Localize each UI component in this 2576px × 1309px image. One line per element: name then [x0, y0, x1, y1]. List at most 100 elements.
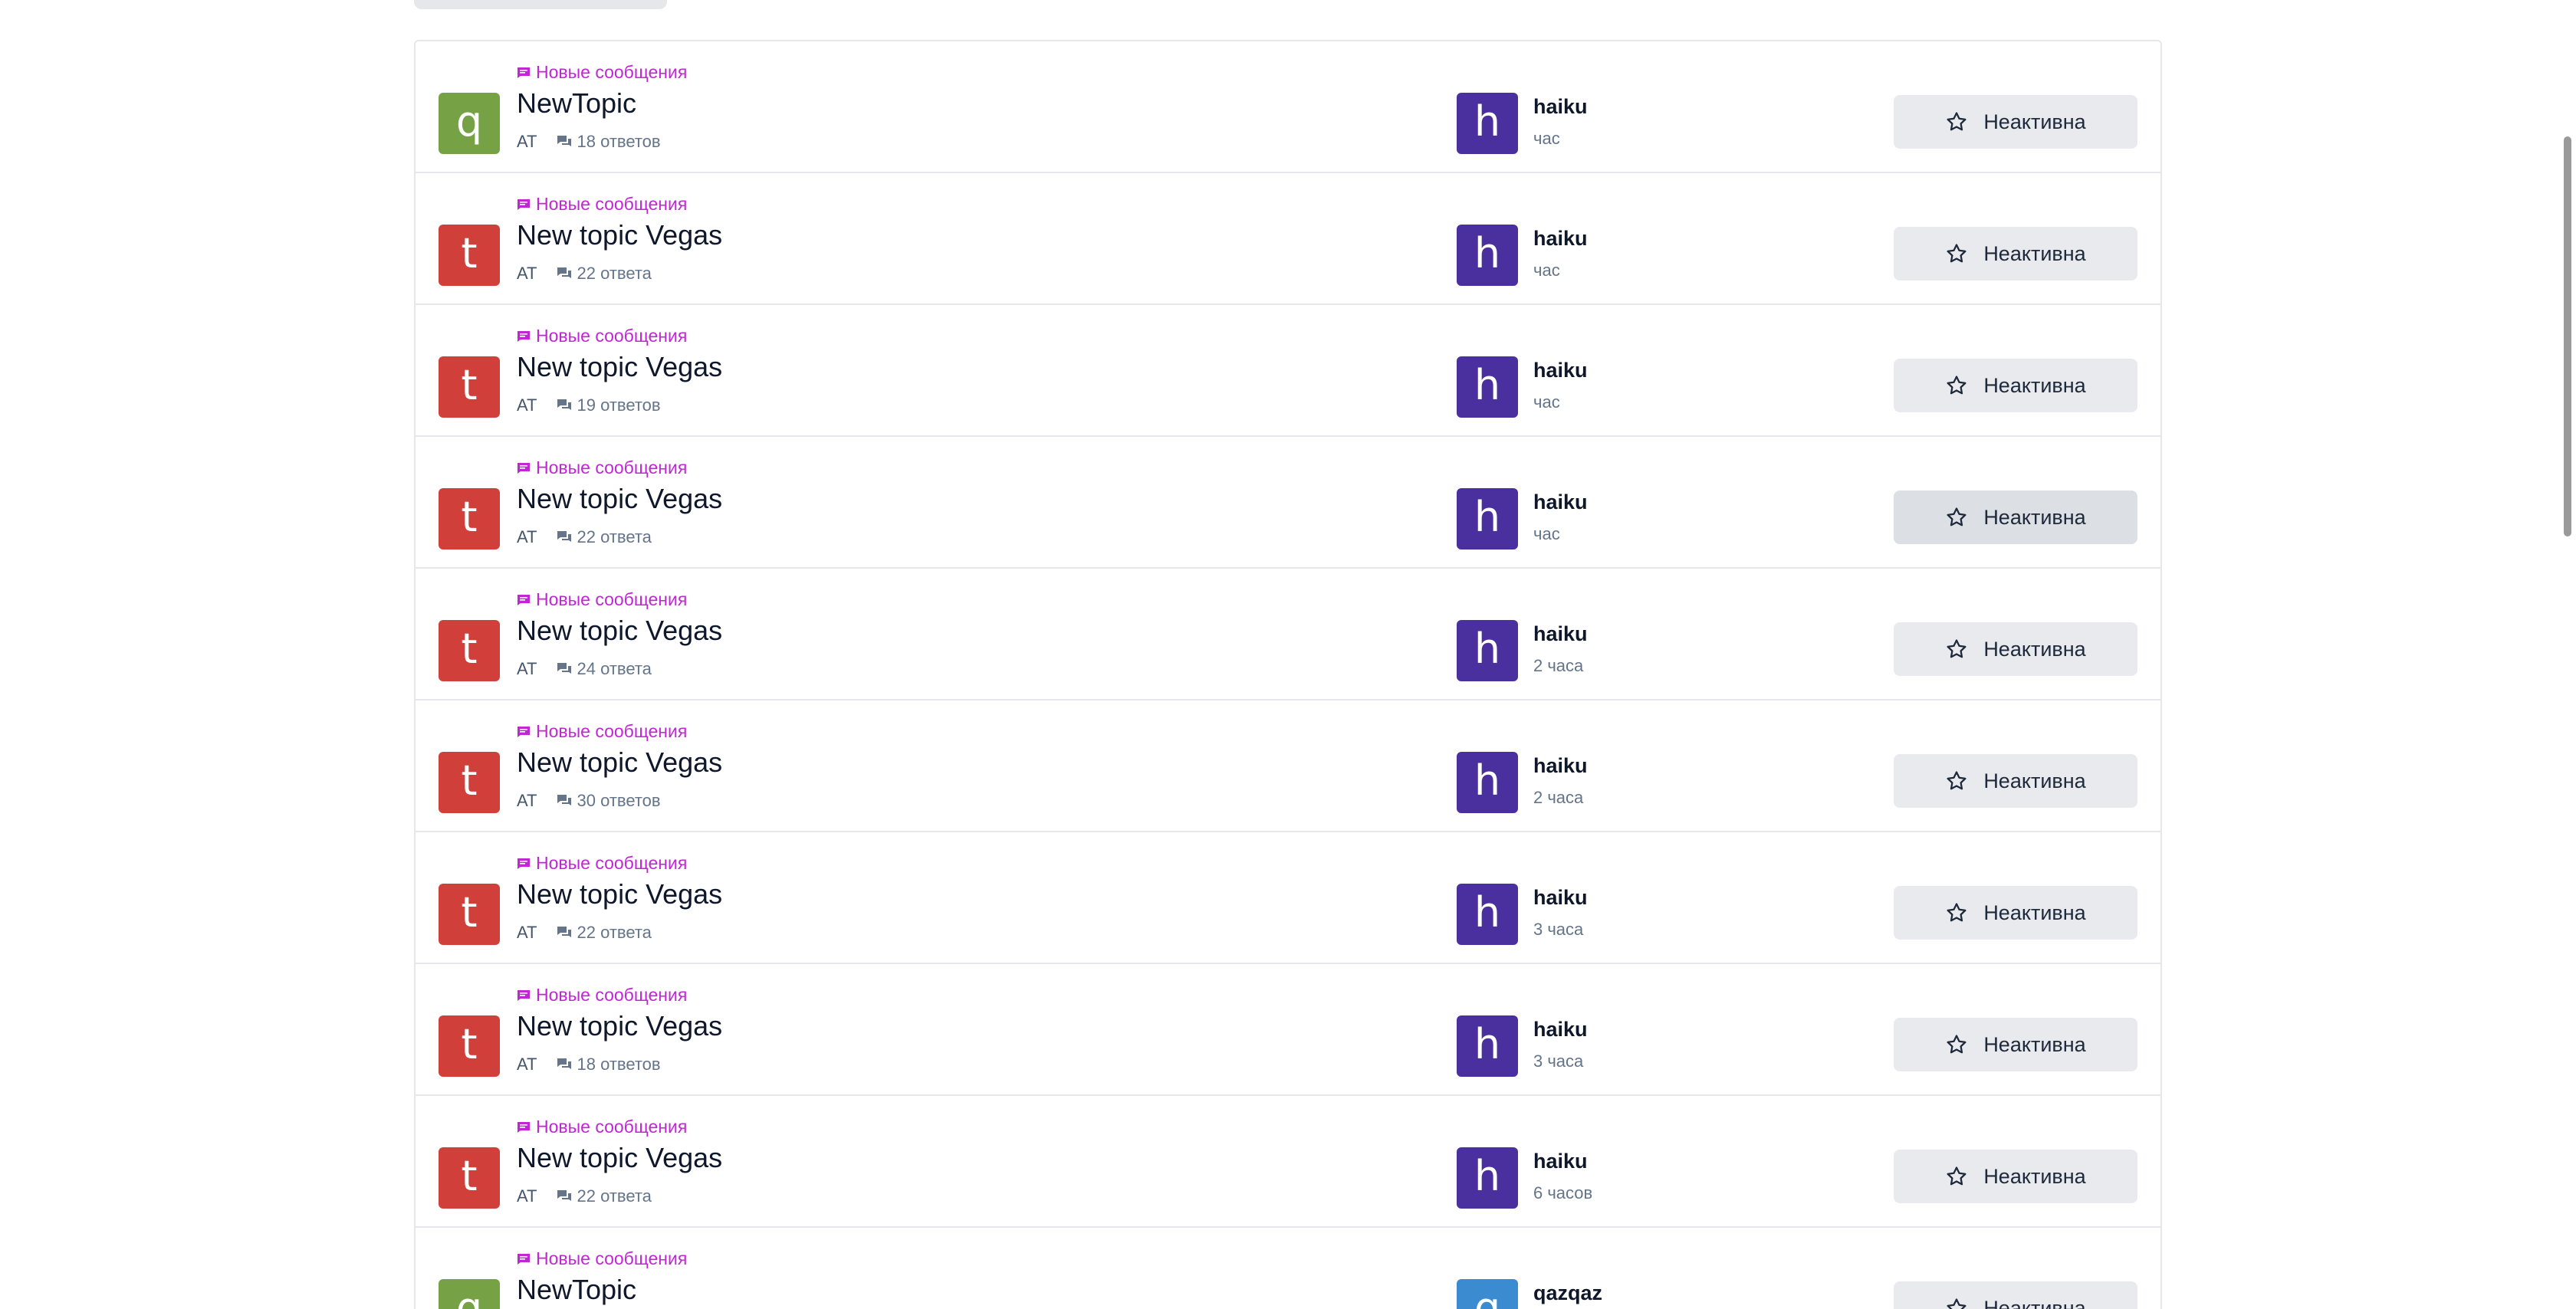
new-messages-badge[interactable]: Новые сообщения — [517, 194, 687, 215]
new-messages-badge[interactable]: Новые сообщения — [517, 853, 687, 874]
subscription-toggle-button[interactable]: Неактивна — [1894, 227, 2137, 280]
scrollbar[interactable] — [2558, 0, 2576, 1309]
topic-row-7[interactable]: t Новые сообщения New topic Vegas AT 22 … — [416, 832, 2160, 964]
last-post-time[interactable]: час — [1533, 129, 1560, 149]
new-messages-badge[interactable]: Новые сообщения — [517, 589, 687, 610]
last-poster-name[interactable]: haiku — [1533, 754, 1588, 778]
last-poster-avatar[interactable]: h — [1457, 1015, 1518, 1077]
topic-category[interactable]: AT — [517, 395, 537, 415]
topic-category[interactable]: AT — [517, 659, 537, 679]
last-poster-avatar[interactable]: h — [1457, 225, 1518, 286]
topic-title-link[interactable]: New topic Vegas — [517, 483, 722, 515]
topic-avatar[interactable]: t — [439, 752, 500, 813]
last-poster-name[interactable]: haiku — [1533, 886, 1588, 910]
topic-title-link[interactable]: New topic Vegas — [517, 351, 722, 383]
last-poster-avatar[interactable]: q — [1457, 1279, 1518, 1309]
replies-icon — [557, 1058, 572, 1069]
forum-page: q Новые сообщения NewTopic AT 18 ответов… — [0, 0, 2576, 1309]
topic-avatar[interactable]: t — [439, 1015, 500, 1077]
topic-title-link[interactable]: New topic Vegas — [517, 615, 722, 647]
topic-category[interactable]: AT — [517, 132, 537, 152]
topic-avatar[interactable]: t — [439, 884, 500, 945]
topic-row-6[interactable]: t Новые сообщения New topic Vegas AT 30 … — [416, 700, 2160, 832]
topic-avatar[interactable]: q — [439, 1279, 500, 1309]
last-post-time[interactable]: 2 часа — [1533, 788, 1583, 808]
last-post-time[interactable]: 2 часа — [1533, 656, 1583, 676]
topic-title-link[interactable]: NewTopic — [517, 1274, 636, 1306]
topic-category[interactable]: AT — [517, 1055, 537, 1074]
last-poster-avatar[interactable]: h — [1457, 356, 1518, 418]
last-post-time[interactable]: 3 часа — [1533, 920, 1583, 940]
last-post-time[interactable]: час — [1533, 392, 1560, 412]
topic-row-4[interactable]: t Новые сообщения New topic Vegas AT 22 … — [416, 437, 2160, 569]
topic-title-link[interactable]: New topic Vegas — [517, 878, 722, 910]
filter-button[interactable] — [414, 0, 667, 9]
topic-title-link[interactable]: New topic Vegas — [517, 219, 722, 251]
last-poster-name[interactable]: haiku — [1533, 1018, 1588, 1042]
topic-category[interactable]: AT — [517, 264, 537, 284]
last-post-time[interactable]: час — [1533, 524, 1560, 544]
new-messages-label: Новые сообщения — [536, 62, 688, 82]
subscription-toggle-button[interactable]: Неактивна — [1894, 886, 2137, 940]
topic-row-5[interactable]: t Новые сообщения New topic Vegas AT 24 … — [416, 569, 2160, 700]
topic-avatar[interactable]: t — [439, 1147, 500, 1209]
topic-row-8[interactable]: t Новые сообщения New topic Vegas AT 18 … — [416, 964, 2160, 1096]
subscription-toggle-button[interactable]: Неактивна — [1894, 754, 2137, 808]
subscription-toggle-button[interactable]: Неактивна — [1894, 622, 2137, 676]
new-messages-badge[interactable]: Новые сообщения — [517, 458, 687, 478]
subscription-toggle-button[interactable]: Неактивна — [1894, 95, 2137, 149]
topic-avatar[interactable]: t — [439, 620, 500, 681]
topic-avatar[interactable]: q — [439, 93, 500, 154]
topic-title-link[interactable]: New topic Vegas — [517, 1142, 722, 1174]
last-poster-name[interactable]: haiku — [1533, 490, 1588, 514]
topic-meta: AT 18 ответов — [517, 1055, 661, 1074]
topic-row-1[interactable]: q Новые сообщения NewTopic AT 18 ответов… — [416, 41, 2160, 173]
topic-category[interactable]: AT — [517, 791, 537, 811]
subscription-toggle-button[interactable]: Неактивна — [1894, 1281, 2137, 1309]
last-poster-name[interactable]: haiku — [1533, 227, 1588, 251]
topic-title-link[interactable]: New topic Vegas — [517, 1010, 722, 1042]
new-messages-badge[interactable]: Новые сообщения — [517, 985, 687, 1006]
topic-row-2[interactable]: t Новые сообщения New topic Vegas AT 22 … — [416, 173, 2160, 305]
topic-title-link[interactable]: NewTopic — [517, 87, 636, 120]
last-poster-name[interactable]: haiku — [1533, 622, 1588, 646]
last-poster-name[interactable]: haiku — [1533, 95, 1588, 119]
topic-avatar[interactable]: t — [439, 488, 500, 550]
topic-list: q Новые сообщения NewTopic AT 18 ответов… — [414, 40, 2162, 1309]
last-poster-avatar[interactable]: h — [1457, 488, 1518, 550]
new-messages-badge[interactable]: Новые сообщения — [517, 62, 687, 83]
last-poster-name[interactable]: haiku — [1533, 1150, 1588, 1173]
scrollbar-thumb[interactable] — [2564, 136, 2571, 536]
last-poster-avatar[interactable]: h — [1457, 93, 1518, 154]
subscription-toggle-button[interactable]: Неактивна — [1894, 490, 2137, 544]
last-poster-avatar[interactable]: h — [1457, 1147, 1518, 1209]
new-messages-badge[interactable]: Новые сообщения — [517, 1117, 687, 1137]
topic-category[interactable]: AT — [517, 527, 537, 547]
topic-row-3[interactable]: t Новые сообщения New topic Vegas AT 19 … — [416, 305, 2160, 437]
last-post-time[interactable]: 3 часа — [1533, 1051, 1583, 1071]
new-messages-badge[interactable]: Новые сообщения — [517, 721, 687, 742]
new-messages-badge[interactable]: Новые сообщения — [517, 1248, 687, 1269]
last-poster-avatar[interactable]: h — [1457, 752, 1518, 813]
topic-row-9[interactable]: t Новые сообщения New topic Vegas AT 22 … — [416, 1096, 2160, 1228]
topic-avatar[interactable]: t — [439, 225, 500, 286]
subscription-toggle-button[interactable]: Неактивна — [1894, 359, 2137, 412]
last-poster-avatar[interactable]: h — [1457, 884, 1518, 945]
chat-bubble-icon — [518, 1121, 530, 1133]
last-poster-name[interactable]: qazqaz — [1533, 1281, 1602, 1305]
subscription-status-label: Неактивна — [1983, 505, 2086, 529]
replies-count: 22 ответа — [577, 264, 652, 283]
last-post-time[interactable]: час — [1533, 261, 1560, 280]
new-messages-badge[interactable]: Новые сообщения — [517, 326, 687, 346]
last-poster-avatar[interactable]: h — [1457, 620, 1518, 681]
subscription-toggle-button[interactable]: Неактивна — [1894, 1018, 2137, 1071]
last-poster-name[interactable]: haiku — [1533, 359, 1588, 382]
last-post-time[interactable]: 6 часов — [1533, 1183, 1592, 1203]
topic-category[interactable]: AT — [517, 1186, 537, 1206]
topic-avatar[interactable]: t — [439, 356, 500, 418]
topic-row-10[interactable]: q Новые сообщения NewTopic q qazqaz Неак… — [416, 1228, 2160, 1309]
subscription-toggle-button[interactable]: Неактивна — [1894, 1150, 2137, 1203]
topic-avatar-letter: t — [461, 756, 478, 805]
topic-category[interactable]: AT — [517, 923, 537, 943]
topic-title-link[interactable]: New topic Vegas — [517, 746, 722, 779]
